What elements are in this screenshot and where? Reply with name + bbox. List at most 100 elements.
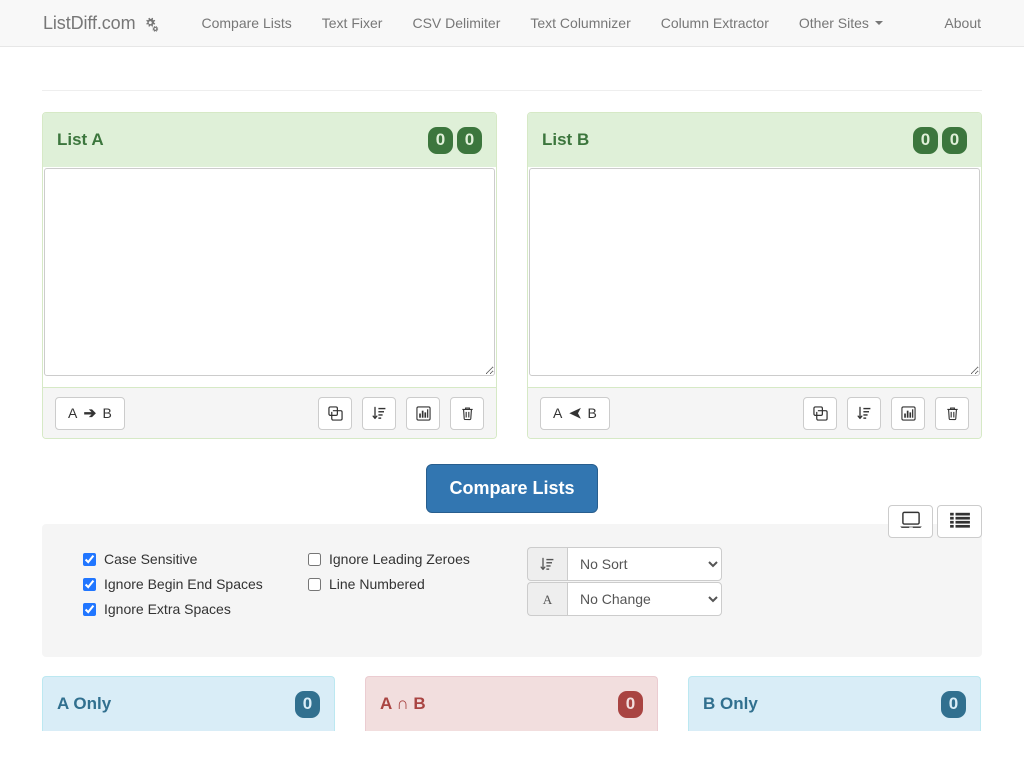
list-a-panel: List A 0 0 A ➔ B [42, 112, 497, 439]
nav-link-text-fixer[interactable]: Text Fixer [307, 0, 398, 46]
list-b-panel: List B 0 0 A ➤ B [527, 112, 982, 439]
list-b-tools [803, 396, 969, 430]
a-intersect-b-count-badge: 0 [618, 690, 643, 718]
list-a-unique-badge: 0 [457, 126, 482, 154]
options-column-2: Ignore Leading Zeroes Line Numbered [308, 547, 523, 600]
header-divider [42, 90, 982, 91]
list-view-button[interactable] [937, 505, 982, 538]
nav-label: CSV Delimiter [412, 15, 501, 31]
list-a-total-badge: 0 [428, 126, 453, 154]
b-only-heading: B Only 0 [689, 677, 980, 731]
nav-link-csv-delimiter[interactable]: CSV Delimiter [397, 0, 515, 46]
nav-link-compare-lists[interactable]: Compare Lists [187, 0, 307, 46]
desktop-view-button[interactable] [888, 505, 933, 538]
nav-label: Compare Lists [201, 15, 292, 31]
compare-button-wrap: Compare Lists [42, 464, 982, 513]
list-b-transfer-button[interactable]: A ➤ B [540, 396, 611, 430]
transfer-right-label: B [102, 405, 113, 421]
page-container: List A 0 0 A ➔ B List B 0 0 A ➤ B Compar… [42, 90, 982, 731]
nav-link-text-columnizer[interactable]: Text Columnizer [515, 0, 645, 46]
results-row: A Only 0 A ∩ B 0 B Only 0 [42, 676, 982, 731]
transfer-right-label: B [587, 405, 598, 421]
desktop-view-icon [899, 511, 923, 532]
list-b-clear-button[interactable] [935, 396, 969, 430]
list-a-tools [318, 396, 484, 430]
list-b-copy-button[interactable] [803, 396, 837, 430]
list-b-heading: List B 0 0 [528, 113, 981, 167]
nav-link-column-extractor[interactable]: Column Extractor [646, 0, 784, 46]
option-ignore-begin-end-spaces[interactable]: Ignore Begin End Spaces [83, 575, 308, 593]
case-sensitive-checkbox[interactable] [83, 552, 96, 566]
font-icon: A [527, 582, 567, 616]
list-a-copy-button[interactable] [318, 396, 352, 430]
compare-lists-button[interactable]: Compare Lists [426, 464, 598, 513]
b-only-title: B Only [703, 694, 758, 713]
list-a-transfer-button[interactable]: A ➔ B [55, 396, 126, 430]
list-b-total-badge: 0 [913, 126, 938, 154]
ignore-begin-end-spaces-checkbox[interactable] [83, 577, 96, 591]
list-a-stats-button[interactable] [406, 396, 440, 430]
list-a-body [43, 168, 496, 376]
list-a-sort-button[interactable] [362, 396, 396, 430]
nav-label: Text Fixer [321, 15, 383, 31]
line-numbered-label: Line Numbered [329, 576, 425, 592]
brand-text: ListDiff.com [43, 12, 136, 33]
top-navbar: ListDiff.com Compare Lists Text Fixer CS… [0, 0, 1024, 47]
list-b-footer: A ➤ B [528, 387, 981, 438]
option-ignore-leading-zeroes[interactable]: Ignore Leading Zeroes [308, 550, 523, 568]
option-line-numbered[interactable]: Line Numbered [308, 575, 523, 593]
arrow-right-icon: ➔ [83, 404, 97, 422]
cogs-icon [142, 16, 159, 33]
list-a-clear-button[interactable] [450, 396, 484, 430]
transfer-left-label: A [68, 405, 78, 421]
options-panel: Case Sensitive Ignore Begin End Spaces I… [42, 524, 982, 657]
list-b-title: List B [542, 130, 590, 149]
option-case-sensitive[interactable]: Case Sensitive [83, 550, 308, 568]
list-a-footer: A ➔ B [43, 387, 496, 438]
a-only-panel: A Only 0 [42, 676, 335, 731]
nav-right: About [929, 0, 996, 46]
ignore-extra-spaces-label: Ignore Extra Spaces [104, 601, 231, 617]
a-intersect-b-title: A ∩ B [380, 694, 426, 713]
nav-link-other-sites[interactable]: Other Sites [784, 0, 898, 46]
ignore-begin-end-spaces-label: Ignore Begin End Spaces [104, 576, 263, 592]
nav-link-about[interactable]: About [929, 0, 996, 46]
a-only-count-badge: 0 [295, 690, 320, 718]
case-select-group: A No Change UPPERCASE lowercase [527, 582, 722, 616]
line-numbered-checkbox[interactable] [308, 577, 321, 591]
transfer-left-label: A [553, 405, 563, 421]
list-b-stats-button[interactable] [891, 396, 925, 430]
nav-links: Compare Lists Text Fixer CSV Delimiter T… [187, 0, 898, 46]
a-intersect-b-panel: A ∩ B 0 [365, 676, 658, 731]
ignore-leading-zeroes-checkbox[interactable] [308, 552, 321, 566]
sort-select[interactable]: No Sort Ascending Descending [567, 547, 722, 581]
brand-logo[interactable]: ListDiff.com [43, 13, 159, 34]
list-a-heading: List A 0 0 [43, 113, 496, 167]
nav-label: Text Columnizer [530, 15, 631, 31]
nav-label: Column Extractor [660, 15, 769, 31]
svg-text:A: A [543, 592, 553, 607]
list-b-unique-badge: 0 [942, 126, 967, 154]
options-column-1: Case Sensitive Ignore Begin End Spaces I… [83, 547, 308, 625]
options-selects: No Sort Ascending Descending A No Change… [527, 547, 722, 617]
list-view-icon [948, 511, 972, 532]
list-b-body [528, 168, 981, 376]
list-b-sort-button[interactable] [847, 396, 881, 430]
case-sensitive-label: Case Sensitive [104, 551, 198, 567]
nav-label: Other Sites [798, 15, 869, 31]
list-b-badges: 0 0 [913, 126, 967, 154]
a-only-title: A Only [57, 694, 112, 713]
view-toggle-group [888, 505, 982, 538]
ignore-extra-spaces-checkbox[interactable] [83, 602, 96, 616]
list-panels-row: List A 0 0 A ➔ B List B 0 0 A ➤ B [42, 112, 982, 439]
case-select[interactable]: No Change UPPERCASE lowercase [567, 582, 722, 616]
b-only-count-badge: 0 [941, 690, 966, 718]
b-only-panel: B Only 0 [688, 676, 981, 731]
option-ignore-extra-spaces[interactable]: Ignore Extra Spaces [83, 600, 308, 618]
a-intersect-b-heading: A ∩ B 0 [366, 677, 657, 731]
sort-select-group: No Sort Ascending Descending [527, 547, 722, 581]
chevron-down-icon [874, 21, 883, 25]
list-a-textarea[interactable] [44, 168, 495, 376]
list-b-textarea[interactable] [529, 168, 980, 376]
sort-icon [527, 547, 567, 581]
